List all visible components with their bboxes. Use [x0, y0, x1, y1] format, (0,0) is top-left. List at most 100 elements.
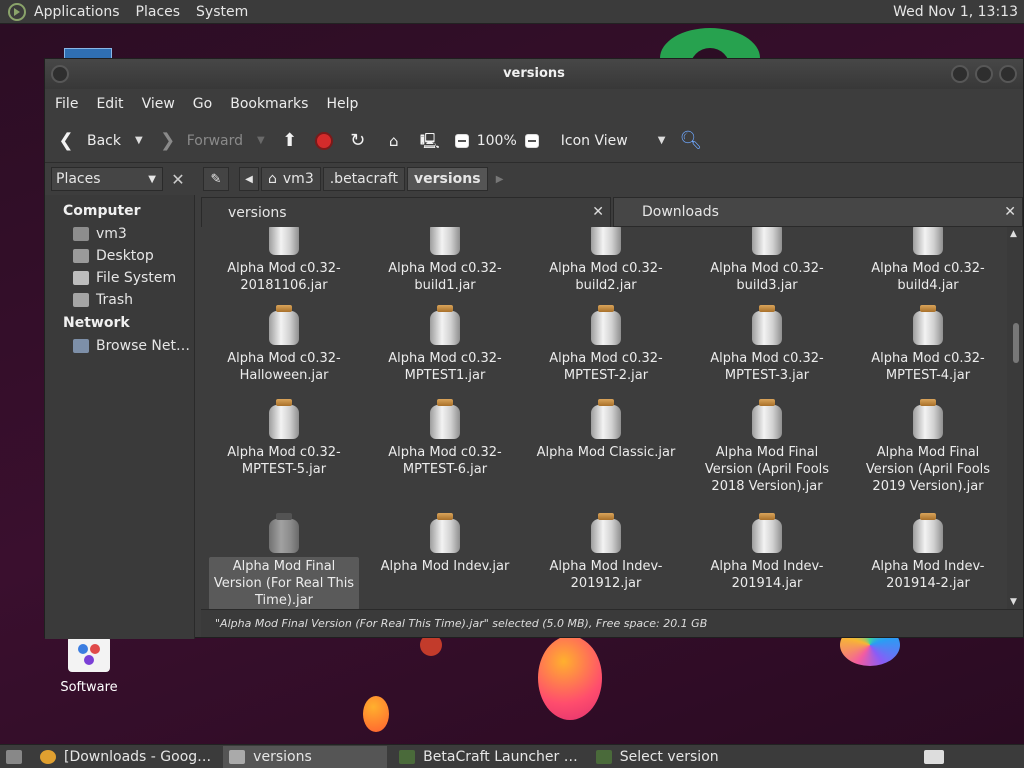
breadcrumb-left-icon[interactable]: ◀	[239, 167, 259, 191]
file-item[interactable]: Alpha Mod c0.32- build3.jar	[692, 227, 842, 295]
close-sidebar-icon[interactable]: ✕	[167, 170, 189, 189]
workspace-switcher[interactable]	[918, 746, 958, 768]
jar-file-icon	[912, 513, 944, 553]
chevron-down-icon: ▼	[148, 173, 156, 185]
sidebar-item-filesystem[interactable]: File System	[45, 267, 194, 289]
menu-places[interactable]: Places	[136, 4, 181, 20]
task-label: BetaCraft Launcher …	[423, 748, 578, 765]
up-button[interactable]: ⬆	[279, 130, 301, 152]
file-name: Alpha Mod Classic.jar	[536, 445, 676, 460]
scroll-up-icon[interactable]: ▲	[1010, 229, 1017, 239]
zoom-control[interactable]: 100%	[454, 133, 547, 149]
close-window-button[interactable]	[999, 65, 1017, 83]
status-bar: "Alpha Mod Final Version (For Real This …	[201, 609, 1023, 637]
stop-button[interactable]	[314, 131, 333, 150]
breadcrumb-vm3[interactable]: ⌂ vm3	[261, 167, 321, 191]
computer-button[interactable]: 🖳	[419, 130, 441, 152]
back-button[interactable]: ❮ Back ▼	[55, 129, 143, 152]
file-item[interactable]: Alpha Mod Final Version (April Fools 201…	[692, 399, 842, 496]
file-item[interactable]: Alpha Mod c0.32- 20181106.jar	[209, 227, 359, 295]
menubar: File Edit View Go Bookmarks Help	[45, 89, 1023, 119]
menu-view[interactable]: View	[142, 96, 175, 112]
breadcrumb-betacraft[interactable]: .betacraft	[322, 167, 405, 191]
file-item[interactable]: Alpha Mod c0.32- build4.jar	[853, 227, 1003, 295]
window-titlebar[interactable]: versions	[45, 59, 1023, 89]
file-item[interactable]: Alpha Mod Classic.jar	[531, 399, 681, 462]
toggle-location-entry-icon[interactable]: ✎	[203, 167, 229, 191]
close-tab-icon[interactable]: ✕	[1004, 204, 1016, 220]
file-item[interactable]: Alpha Mod c0.32- MPTEST-2.jar	[531, 305, 681, 385]
tab-label: Downloads	[642, 204, 719, 220]
menu-system[interactable]: System	[196, 4, 248, 20]
file-name: Alpha Mod Indev.jar	[380, 559, 510, 574]
menu-help[interactable]: Help	[326, 96, 358, 112]
task-versions[interactable]: versions	[223, 745, 388, 768]
forward-history-dropdown-icon[interactable]: ▼	[257, 135, 265, 146]
sidebar-heading-network: Network	[63, 315, 130, 331]
file-name: Alpha Mod c0.32- Halloween.jar	[227, 351, 341, 383]
task-select-version[interactable]: Select version	[590, 746, 725, 768]
file-item[interactable]: Alpha Mod c0.32- build1.jar	[370, 227, 520, 295]
view-mode-select[interactable]: Icon View ▼	[561, 133, 666, 149]
task-downloads-browser[interactable]: [Downloads - Goog…	[34, 746, 217, 768]
zoom-out-icon[interactable]	[454, 133, 469, 148]
back-history-dropdown-icon[interactable]: ▼	[135, 135, 143, 146]
breadcrumb-vm3-label: vm3	[282, 171, 314, 187]
menu-edit[interactable]: Edit	[96, 96, 123, 112]
distro-logo-icon[interactable]	[8, 2, 26, 21]
clock[interactable]: Wed Nov 1, 13:13	[893, 4, 1018, 20]
file-item[interactable]: Alpha Mod c0.32- build2.jar	[531, 227, 681, 295]
file-item[interactable]: Alpha Mod Indev- 201914.jar	[692, 513, 842, 593]
network-icon	[73, 339, 89, 353]
file-item[interactable]: Alpha Mod Final Version (April Fools 201…	[853, 399, 1003, 496]
file-item[interactable]: Alpha Mod Indev- 201914-2.jar	[853, 513, 1003, 593]
jar-file-icon	[912, 305, 944, 345]
file-item[interactable]: Alpha Mod Indev.jar	[370, 513, 520, 576]
jar-file-icon	[429, 513, 461, 553]
breadcrumb-right-icon[interactable]: ▶	[490, 167, 510, 191]
breadcrumb-versions[interactable]: versions	[406, 167, 488, 191]
reload-button[interactable]: ↻	[347, 130, 369, 152]
maximize-button[interactable]	[975, 65, 993, 83]
zoom-in-icon[interactable]	[524, 133, 539, 148]
show-desktop-button[interactable]	[0, 746, 28, 768]
scrollbar-thumb[interactable]	[1013, 323, 1019, 363]
scroll-down-icon[interactable]: ▼	[1010, 597, 1017, 607]
file-item[interactable]: Alpha Mod c0.32- MPTEST-5.jar	[209, 399, 359, 479]
file-item[interactable]: Alpha Mod c0.32- MPTEST-4.jar	[853, 305, 1003, 385]
file-item[interactable]: Alpha Mod c0.32- MPTEST-3.jar	[692, 305, 842, 385]
file-item[interactable]: Alpha Mod c0.32- Halloween.jar	[209, 305, 359, 385]
vertical-scrollbar[interactable]: ▲ ▼	[1007, 227, 1023, 609]
tab-downloads[interactable]: Downloads ✕	[613, 197, 1023, 227]
menu-applications[interactable]: Applications	[34, 4, 120, 20]
minimize-button[interactable]	[951, 65, 969, 83]
file-item[interactable]: Alpha Mod c0.32- MPTEST1.jar	[370, 305, 520, 385]
icon-view[interactable]: Alpha Mod c0.32- 20181106.jar Alpha Mod c…	[201, 227, 1009, 609]
tab-versions[interactable]: versions ✕	[201, 197, 611, 227]
file-item[interactable]: Alpha Mod Indev- 201912.jar	[531, 513, 681, 593]
task-betacraft-launcher[interactable]: BetaCraft Launcher …	[393, 746, 584, 768]
toolbar: ❮ Back ▼ ❯ Forward ▼ ⬆ ↻ ⌂ 🖳 100% Icon V…	[45, 119, 1023, 163]
software-desktop-shortcut[interactable]: Software	[52, 636, 126, 695]
file-item[interactable]: Alpha Mod c0.32- MPTEST-6.jar	[370, 399, 520, 479]
task-label: versions	[253, 748, 312, 765]
menu-go[interactable]: Go	[193, 96, 212, 112]
search-button[interactable]: 🔍︎	[679, 130, 702, 152]
sidebar-item-trash[interactable]: Trash	[45, 289, 194, 311]
menu-file[interactable]: File	[55, 96, 78, 112]
sidebar-type-select[interactable]: Places ▼	[51, 167, 163, 191]
sidebar-item-desktop[interactable]: Desktop	[45, 245, 194, 267]
sidebar-item-browse-network[interactable]: Browse Net…	[45, 335, 194, 357]
back-arrow-icon: ❮	[58, 129, 74, 151]
sidebar-item-vm3[interactable]: vm3	[45, 223, 194, 245]
file-name: Alpha Mod Indev- 201914.jar	[710, 559, 824, 591]
close-tab-icon[interactable]: ✕	[592, 204, 604, 220]
menu-bookmarks[interactable]: Bookmarks	[230, 96, 308, 112]
tab-label: versions	[228, 204, 287, 221]
forward-button[interactable]: ❯ Forward ▼	[157, 130, 265, 152]
file-item[interactable]: Alpha Mod Final Version (For Real This T…	[209, 513, 359, 609]
taskbar: [Downloads - Goog… versions BetaCraft La…	[0, 744, 1024, 768]
show-desktop-icon	[6, 749, 22, 764]
jar-file-icon	[751, 399, 783, 439]
home-button[interactable]: ⌂	[383, 130, 405, 152]
